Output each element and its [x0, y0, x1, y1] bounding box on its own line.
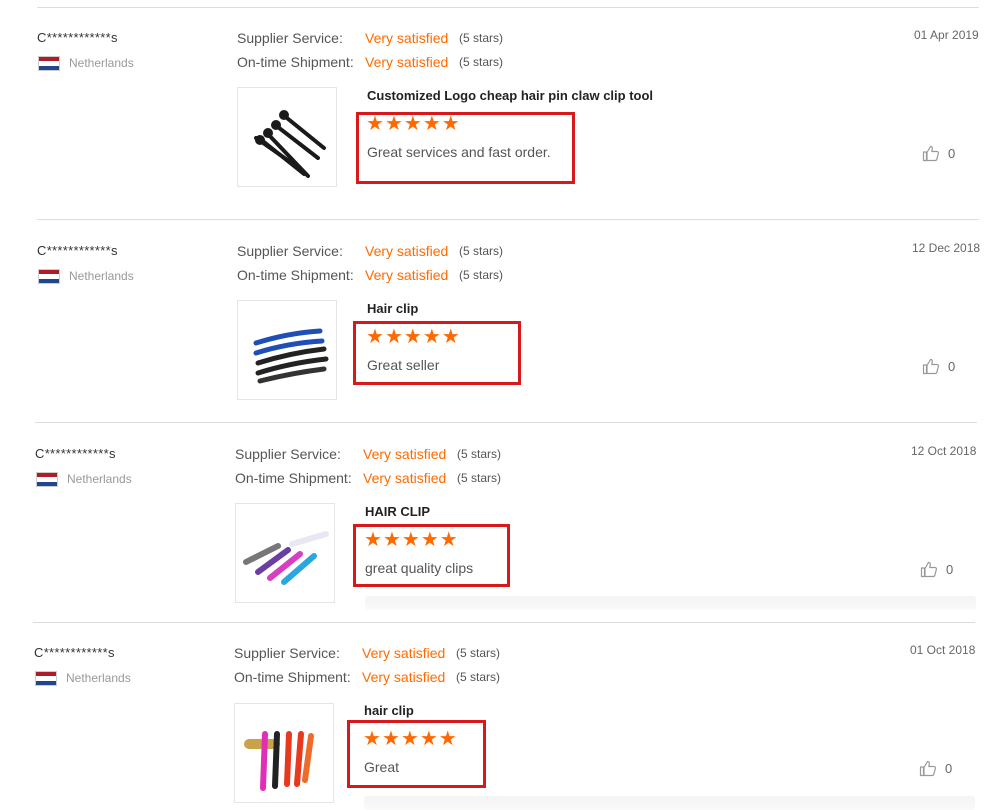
review-item: C************s Netherlands Supplier Serv…	[0, 0, 1004, 810]
star-icon: ★	[438, 728, 458, 750]
star-icon: ★	[363, 728, 382, 750]
netherlands-flag-icon	[35, 671, 57, 686]
product-title[interactable]: hair clip	[364, 703, 414, 718]
product-thumbnail[interactable]	[234, 703, 334, 803]
supplier-service-rating: Very satisfied	[362, 645, 446, 661]
reply-area	[364, 796, 975, 810]
star-icon: ★	[419, 728, 439, 750]
review-date: 01 Oct 2018	[910, 643, 976, 657]
like-button[interactable]: 0	[919, 759, 952, 777]
rating-stars: ★★★★★	[363, 729, 458, 749]
star-icon: ★	[400, 728, 420, 750]
buyer-name: C************s	[34, 645, 115, 660]
ontime-shipment-label: On-time Shipment:	[234, 669, 351, 685]
like-count: 0	[945, 760, 953, 776]
thumbs-up-icon	[919, 760, 937, 777]
star-icon: ★	[381, 728, 401, 750]
supplier-service-label: Supplier Service:	[234, 645, 340, 661]
buyer-country: Netherlands	[66, 671, 131, 685]
ontime-shipment-rating: Very satisfied	[362, 669, 446, 685]
ontime-shipment-stars: (5 stars)	[456, 670, 501, 684]
review-comment: Great	[364, 759, 400, 775]
supplier-service-stars: (5 stars)	[456, 646, 501, 660]
